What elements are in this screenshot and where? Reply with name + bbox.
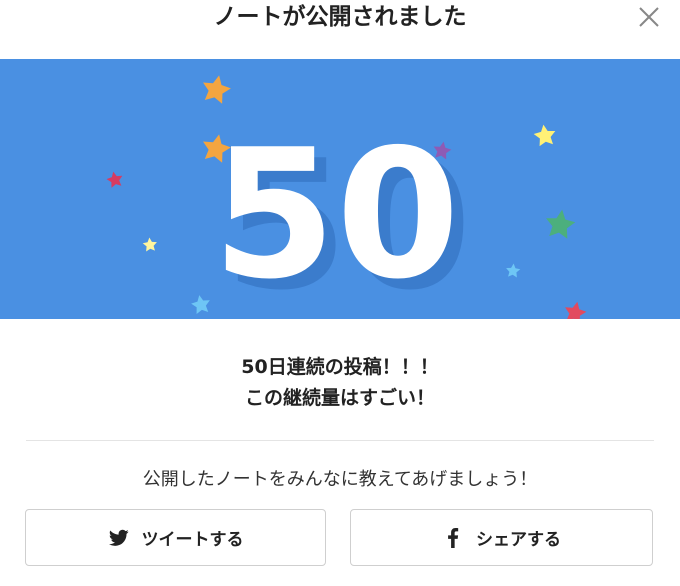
publish-dialog: ノートが公開されました 50 50 50日連続の投稿！！！ この継続量はすごい！…: [0, 0, 680, 586]
twitter-bird-icon: [108, 527, 130, 549]
streak-count: 50: [212, 111, 460, 318]
dialog-title: ノートが公開されました: [213, 4, 467, 30]
achievement-line-2: この継続量はすごい！: [244, 387, 435, 409]
achievement-message: 50日連続の投稿！！！ この継続量はすごい！: [0, 352, 680, 414]
close-button[interactable]: [636, 4, 662, 30]
celebration-banner: 50 50: [0, 59, 680, 319]
achievement-line-1: 50日連続の投稿！！！: [241, 356, 439, 378]
divider: [26, 440, 654, 441]
share-prompt: 公開したノートをみんなに教えてあげましょう！: [142, 469, 538, 490]
tweet-button-label: ツイートする: [141, 530, 244, 550]
dialog-header: ノートが公開されました: [0, 0, 680, 36]
close-icon: [639, 7, 659, 27]
facebook-f-icon: [442, 527, 464, 549]
tweet-button[interactable]: ツイートする: [25, 509, 326, 566]
facebook-share-button[interactable]: シェアする: [350, 509, 653, 566]
facebook-share-label: シェアする: [476, 530, 561, 550]
